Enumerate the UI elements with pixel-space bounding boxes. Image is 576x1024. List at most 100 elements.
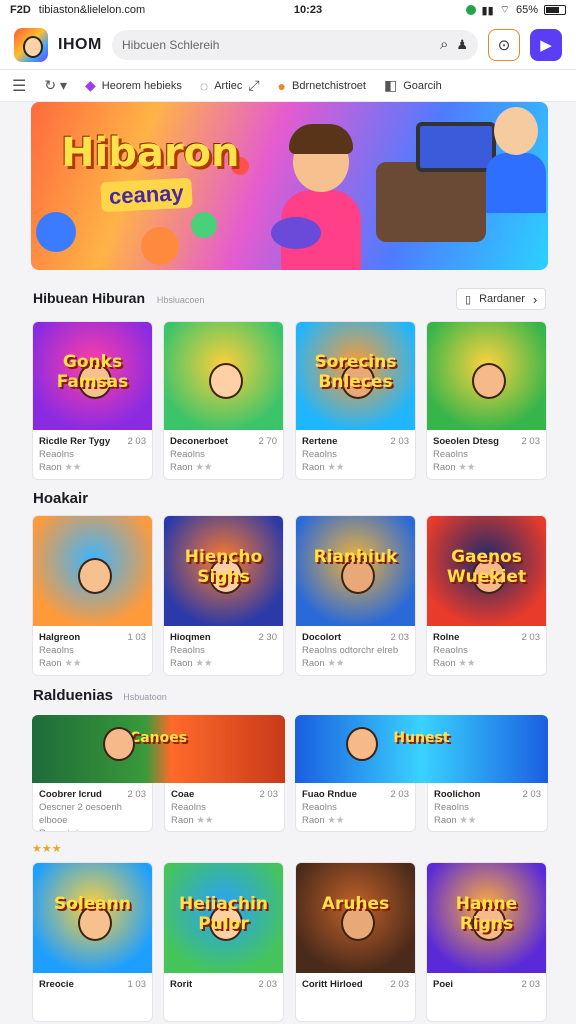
record-button[interactable]: ⊙ xyxy=(488,28,520,61)
game-thumbnail[interactable]: Gaenos Wuekiet xyxy=(427,516,546,626)
game-name: Deconerboet xyxy=(170,436,229,447)
game-category: Oescner 2 oesoenh elbooe xyxy=(39,802,122,826)
game-category: Reaolns xyxy=(39,645,74,656)
game-count: 2 70 xyxy=(258,436,278,447)
rating-stars: ★★ xyxy=(327,815,345,826)
game-name: Roolichon xyxy=(434,789,481,800)
nav-item-label: Bdrnetchistroet xyxy=(292,79,366,92)
game-thumbnail[interactable]: Heiiachin Pulor xyxy=(164,863,283,973)
game-card[interactable]: Soleann Rreocie 1 03 xyxy=(32,862,153,1022)
rating-stars: ★★ xyxy=(195,462,213,473)
banner-character xyxy=(271,122,371,270)
character-face xyxy=(345,727,378,762)
search-bar[interactable]: Hibcuen Schlereih ⌕ ♟ xyxy=(112,29,478,60)
thumbnail-title: Soleann xyxy=(54,893,131,914)
game-thumbnail[interactable] xyxy=(427,322,546,430)
nav-item-4[interactable]: ◧ Goarcih xyxy=(384,77,442,94)
nav-item-label: Heorem hebieks xyxy=(101,79,182,92)
game-count: 2 03 xyxy=(521,979,541,990)
rating-label: Raon xyxy=(171,815,194,826)
character-face xyxy=(78,557,113,594)
game-thumbnail-wide[interactable]: Hunest xyxy=(295,715,548,783)
game-card[interactable]: Deconerboet 2 70 Reaolns Raon ★★ xyxy=(163,321,284,480)
rating-stars: ★★ xyxy=(459,815,477,826)
game-card[interactable]: Soeolen Dtesg 2 03 Reaolns Raon ★★ xyxy=(426,321,547,480)
character-face xyxy=(209,363,244,400)
game-category: Reaolns xyxy=(302,802,337,813)
character-face xyxy=(472,363,507,400)
game-thumbnail-wide[interactable]: Canoes xyxy=(32,715,285,783)
game-rating: Raon ★★ xyxy=(302,657,409,670)
game-rating: Raon ★★ xyxy=(39,461,146,474)
game-thumbnail[interactable]: Rianhiuk xyxy=(296,516,415,626)
app-logo[interactable] xyxy=(14,27,48,62)
game-card[interactable]: Hiencho Sighs Hioqmen 2 30 Reaolns Raon … xyxy=(163,515,284,676)
thumbnail-title: Heiiachin Pulor xyxy=(179,893,268,934)
game-rating: Raon ★★ xyxy=(434,814,541,827)
game-card[interactable]: Sorecins Bnleces Rertene 2 03 Reaolns Ra… xyxy=(295,321,416,480)
card-meta: Deconerboet 2 70 Reaolns Raon ★★ xyxy=(164,430,283,479)
nav-item-2[interactable]: ◌ Artiec ⤢ xyxy=(200,77,260,94)
game-rating: Raon ★★ xyxy=(433,657,540,670)
game-card[interactable]: Hanne Rigns Poei 2 03 xyxy=(426,862,547,1022)
thumbnail-title: Canoes xyxy=(129,729,188,746)
game-card[interactable]: Heiiachin Pulor Rorit 2 03 xyxy=(163,862,284,1022)
game-thumbnail[interactable]: Hanne Rigns xyxy=(427,863,546,973)
rating-stars: ★★ xyxy=(458,462,476,473)
see-all-button[interactable]: ▯ Rardaner › xyxy=(456,288,547,310)
decor-orb xyxy=(36,212,76,252)
game-card[interactable]: Aruhes Coritt Hirloed 2 03 xyxy=(295,862,416,1022)
refresh-icon[interactable]: ↻ ▾ xyxy=(44,77,67,94)
game-name: Soeolen Dtesg xyxy=(433,436,499,447)
hero-banner[interactable]: Hibaron ceanay xyxy=(31,102,548,270)
tag-icon: ◧ xyxy=(383,77,398,93)
game-category: Reaolns xyxy=(434,802,469,813)
game-count: 2 03 xyxy=(390,789,410,800)
game-card[interactable]: Gaenos Wuekiet Rolne 2 03 Reaolns Raon ★… xyxy=(426,515,547,676)
status-app-icons: F2D xyxy=(10,4,31,16)
card-meta: Roolichon 2 03 Reaolns Raon ★★ xyxy=(428,783,547,831)
search-input[interactable]: Hibcuen Schlereih xyxy=(122,38,432,52)
game-thumbnail[interactable]: Hiencho Sighs xyxy=(164,516,283,626)
rating-label: Raon xyxy=(302,462,325,473)
thumbnail-title: Rianhiuk xyxy=(313,546,398,567)
video-button[interactable]: ▶ xyxy=(530,28,562,61)
game-card[interactable]: Gonks Famsas Ricdle Rer Tygy 2 03 Reaoln… xyxy=(32,321,153,480)
rating-stars: ★★ xyxy=(64,658,82,669)
card-meta: Poei 2 03 xyxy=(427,973,546,996)
game-icon: ● xyxy=(277,77,286,94)
game-thumbnail[interactable]: Soleann xyxy=(33,863,152,973)
game-count: 2 03 xyxy=(258,979,278,990)
menu-icon[interactable]: ☰ xyxy=(12,76,26,96)
card-meta: Halgreon 1 03 Reaolns Raon ★★ xyxy=(33,626,152,675)
nav-item-3[interactable]: ● Bdrnetchistroet xyxy=(278,78,366,94)
game-thumbnail[interactable] xyxy=(33,516,152,626)
nav-item-1[interactable]: ◆ Heorem hebieks xyxy=(85,77,182,94)
rating-label: Raon xyxy=(39,828,62,831)
game-thumbnail[interactable] xyxy=(164,322,283,430)
game-thumbnail[interactable]: Aruhes xyxy=(296,863,415,973)
banner-title: Hibaron xyxy=(61,130,240,176)
rating-label: Raon xyxy=(39,658,62,669)
profile-icon[interactable]: ♟ xyxy=(456,37,468,53)
game-card[interactable]: Halgreon 1 03 Reaolns Raon ★★ xyxy=(32,515,153,676)
game-thumbnail[interactable]: Sorecins Bnleces xyxy=(296,322,415,430)
search-icon[interactable]: ⌕ xyxy=(440,36,448,53)
game-card[interactable]: Rianhiuk Docolort 2 03 Reaolns odtorchr … xyxy=(295,515,416,676)
thumbnail-title: Hunest xyxy=(393,729,450,746)
game-name: Poei xyxy=(433,979,454,990)
thumbnail-title: Gaenos Wuekiet xyxy=(446,546,527,587)
game-rating: Raon ★★ xyxy=(302,461,409,474)
game-name: Rolne xyxy=(433,632,460,643)
card-meta: Coritt Hirloed 2 03 xyxy=(296,973,415,996)
rating-stars: ★★ xyxy=(195,658,213,669)
banner-subtitle: ceanay xyxy=(100,177,193,213)
thumbnail-title: Hanne Rigns xyxy=(455,893,518,934)
game-thumbnail[interactable]: Gonks Famsas xyxy=(33,322,152,430)
card-meta: Ricdle Rer Tygy 2 03 Reaolns Raon ★★ xyxy=(33,430,152,479)
battery-icon xyxy=(544,5,566,15)
rating-stars: ★★ xyxy=(327,462,345,473)
game-count: 2 03 xyxy=(127,436,147,447)
game-count: 2 03 xyxy=(521,632,541,643)
rating-stars: ★★ xyxy=(64,828,81,831)
